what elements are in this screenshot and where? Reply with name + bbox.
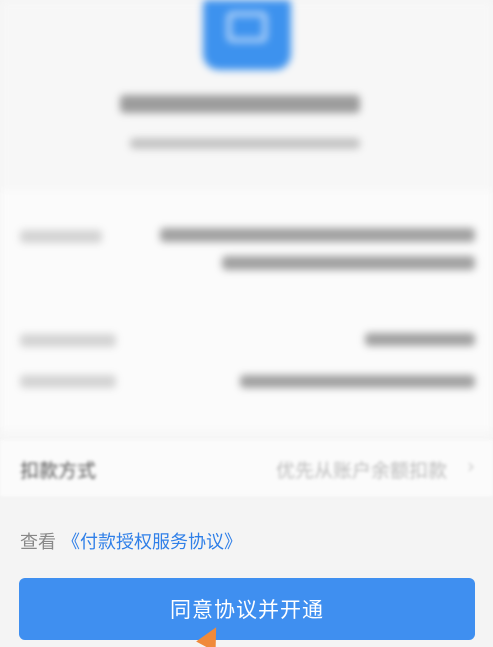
payment-authorization-agreement-link[interactable]: 《付款授权服务协议》 (62, 532, 242, 553)
wallet-icon (227, 12, 267, 42)
chevron-right-icon: › (467, 454, 475, 478)
blurred-app-subtitle (130, 138, 360, 149)
blurred-info-section (0, 190, 493, 430)
agreement-line: 查看 《付款授权服务协议》 (20, 528, 242, 554)
agree-and-activate-button[interactable]: 同意协议并开通 (19, 578, 475, 640)
bottom-panel: 查看 《付款授权服务协议》 同意协议并开通 (0, 498, 493, 647)
deduction-method-label: 扣款方式 (20, 460, 97, 482)
deduction-method-value: 优先从账户余额扣款 (275, 460, 447, 482)
blurred-row-value (365, 333, 475, 346)
blurred-row-value (160, 228, 475, 242)
blurred-app-title (120, 95, 360, 113)
blurred-row-value (240, 375, 475, 388)
blurred-row-label (20, 375, 116, 388)
agreement-prefix: 查看 (20, 532, 56, 553)
blurred-row-label (20, 334, 116, 347)
app-logo-icon (203, 0, 291, 70)
blurred-content-area (0, 0, 493, 440)
deduction-method-row[interactable]: 扣款方式 优先从账户余额扣款 › (0, 440, 493, 498)
blurred-row-label (20, 230, 102, 243)
blurred-row-value (222, 256, 475, 270)
